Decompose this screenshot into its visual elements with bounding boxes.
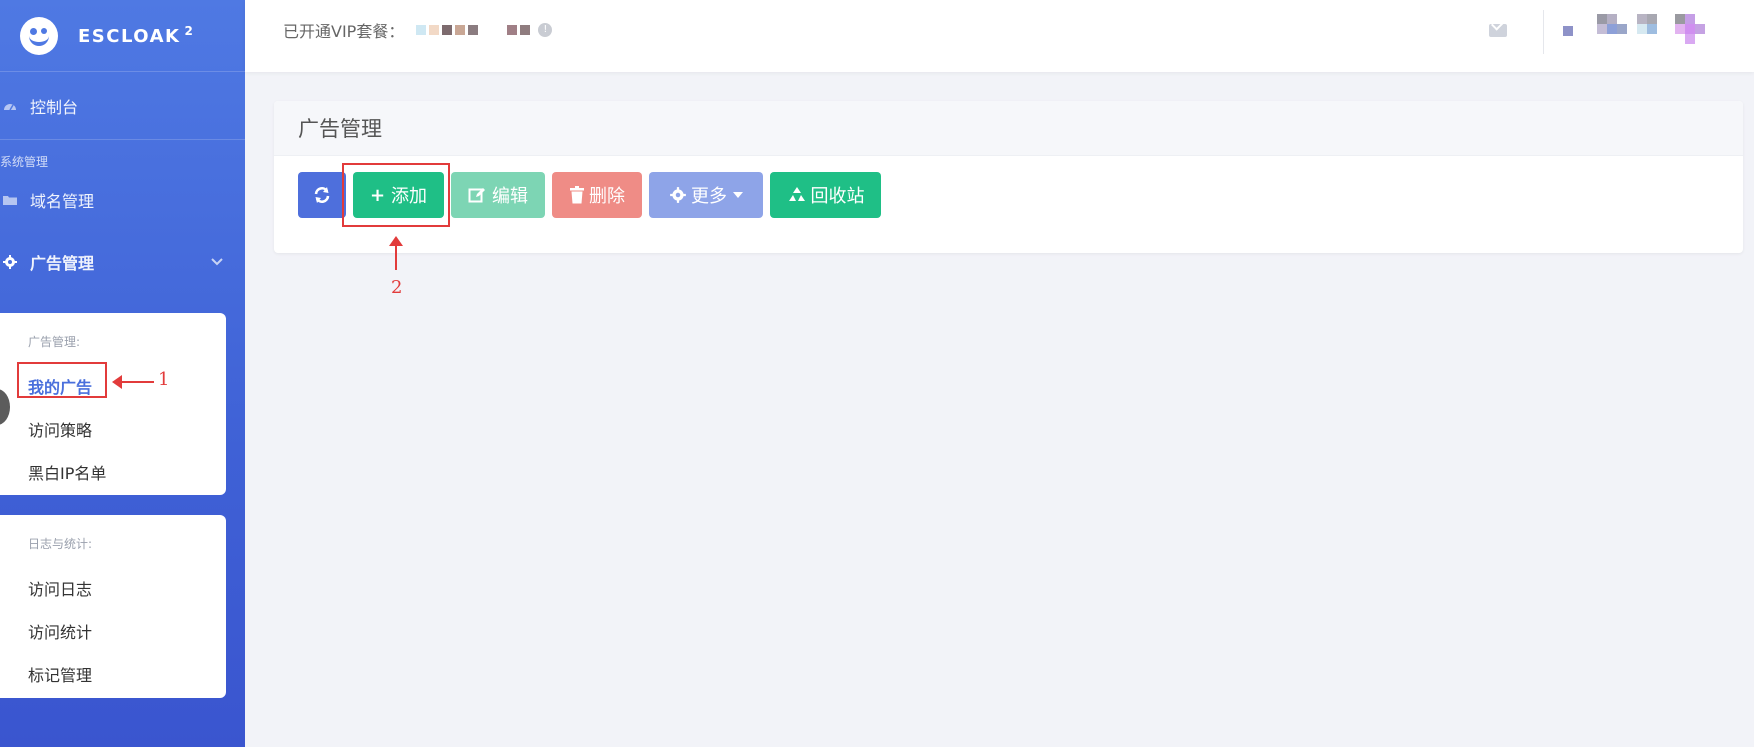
folder-icon	[3, 196, 17, 205]
delete-button[interactable]: 删除	[552, 172, 642, 218]
brand[interactable]: ESCLOAK 2	[0, 0, 245, 72]
blurred-package-name	[416, 25, 531, 35]
trash-icon	[570, 186, 584, 204]
annotation-number-2: 2	[391, 277, 403, 298]
caret-down-icon	[733, 192, 743, 198]
info-icon[interactable]: !	[538, 23, 553, 37]
recycle-bin-button[interactable]: 回收站	[770, 172, 881, 218]
delete-button-label: 删除	[589, 186, 625, 207]
gear-icon	[3, 255, 17, 269]
submenu-item-access-policy[interactable]: 访问策略	[28, 407, 226, 450]
sidebar-item-label: 域名管理	[30, 192, 95, 211]
sidebar-item-console[interactable]: 控制台	[0, 72, 245, 140]
submenu-title: 日志与统计:	[28, 537, 93, 551]
header-divider	[1543, 10, 1544, 54]
refresh-icon	[314, 187, 330, 203]
annotation-number-1: 1	[158, 369, 170, 390]
vip-label: 已开通VIP套餐：	[283, 22, 405, 41]
brand-name: ESCLOAK 2	[78, 24, 195, 47]
submenu-logs: 日志与统计: 访问日志 访问统计 标记管理	[0, 515, 226, 698]
submenu-ads: 广告管理: 我的广告 访问策略 黑白IP名单	[0, 313, 226, 495]
submenu-title: 广告管理:	[28, 335, 81, 349]
submenu-item-tag-manage[interactable]: 标记管理	[28, 652, 226, 695]
submenu-item-ip-list[interactable]: 黑白IP名单	[28, 450, 226, 493]
section-label-system: 系统管理	[0, 155, 49, 169]
user-avatar[interactable]	[1563, 14, 1738, 50]
ad-management-panel: 广告管理 + 添加 编辑 删除 更多 回收站	[274, 101, 1743, 253]
submenu-item-access-log[interactable]: 访问日志	[28, 566, 226, 609]
more-dropdown-button[interactable]: 更多	[649, 172, 763, 218]
annotation-box-add	[342, 163, 450, 227]
annotation-arrow-1	[112, 375, 154, 389]
sidebar-item-label: 广告管理	[30, 254, 95, 273]
sidebar-item-ads[interactable]: 广告管理	[0, 230, 245, 294]
mail-icon[interactable]	[1489, 24, 1507, 37]
recycle-button-label: 回收站	[810, 186, 865, 207]
edit-button[interactable]: 编辑	[451, 172, 545, 218]
chevron-down-icon	[211, 258, 223, 266]
refresh-button[interactable]	[298, 172, 346, 218]
edit-button-label: 编辑	[492, 186, 528, 207]
annotation-box-my-ads	[17, 362, 107, 398]
panel-title: 广告管理	[274, 101, 1743, 156]
gear-icon	[670, 187, 686, 203]
edit-icon	[468, 188, 485, 203]
sidebar-item-label: 控制台	[30, 97, 79, 117]
submenu-item-access-stats[interactable]: 访问统计	[28, 609, 226, 652]
recycle-icon	[788, 187, 805, 201]
more-button-label: 更多	[691, 186, 727, 207]
sidebar-item-domain[interactable]: 域名管理	[0, 170, 245, 230]
vip-status: 已开通VIP套餐： !	[283, 18, 553, 42]
brand-logo-icon	[20, 16, 58, 55]
top-bar: 已开通VIP套餐： !	[245, 0, 1754, 72]
dashboard-icon	[4, 103, 16, 110]
annotation-arrow-2	[389, 236, 403, 270]
